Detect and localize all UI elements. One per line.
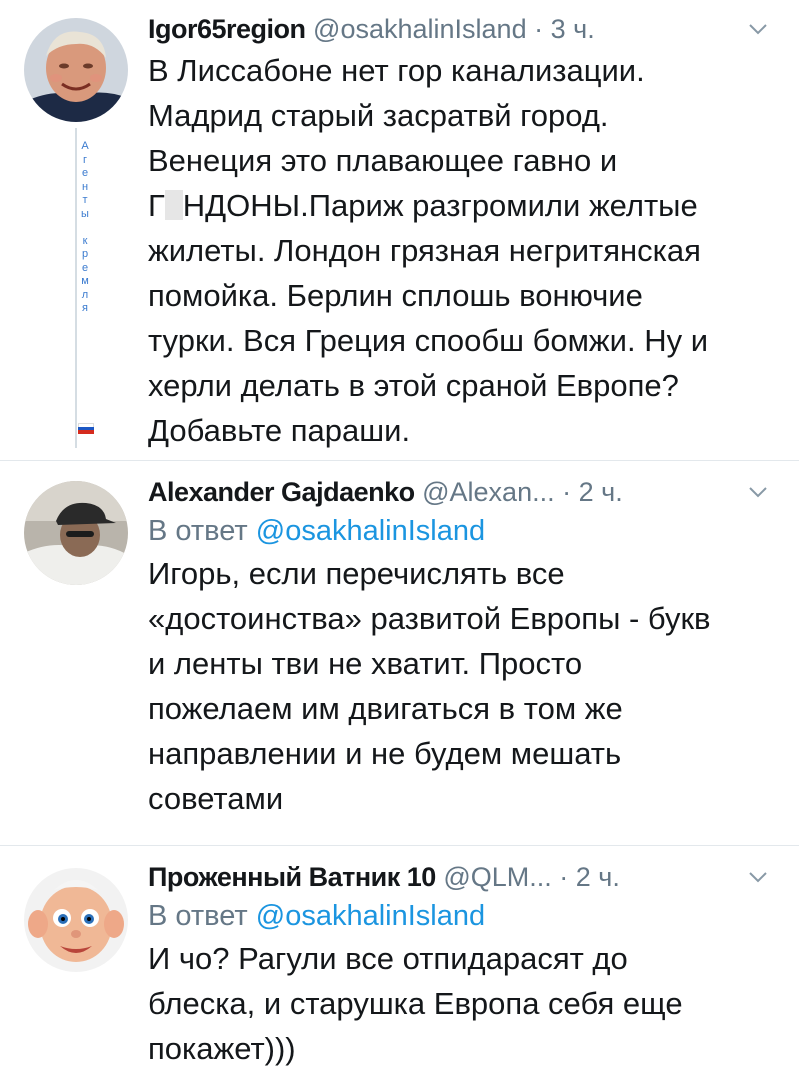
side-gap [72, 221, 98, 235]
author-handle[interactable]: @QLM... [443, 862, 551, 892]
side-letter: е [81, 261, 89, 274]
text-fragment: НДОНЫ.Париж разгромили желтые [182, 188, 698, 223]
tweet-text: И чо? Рагули все отпидарасят до блеска, … [148, 936, 779, 1071]
chevron-down-icon[interactable] [747, 481, 769, 503]
text-line: В Лиссабоне нет гор канализации. [148, 53, 645, 88]
author-name[interactable]: Alexander Gajdaenko [148, 477, 415, 507]
side-letter: р [81, 248, 89, 260]
reply-prefix: В ответ [148, 515, 248, 547]
side-letter: к [82, 234, 88, 247]
text-line: херли делать в этой сраной Европе? [148, 368, 679, 403]
tweet-header: Igor65region @osakhalinIsland · 3 ч. [148, 10, 779, 48]
tweet-content: Alexander Gajdaenko @Alexan... · 2 ч. В … [148, 473, 779, 821]
text-line: и ленты тви не хватит. Просто [148, 646, 583, 681]
reply-context: В ответ @osakhalinIsland [148, 511, 779, 551]
side-letter: я [82, 302, 88, 314]
text-line: Добавьте параши. [148, 413, 411, 448]
side-letter: т [82, 194, 88, 206]
side-letter: А [81, 140, 89, 152]
text-line: «достоинства» развитой Европы - букв [148, 601, 711, 636]
author-handle[interactable]: @Alexan... [422, 477, 554, 507]
reply-mention-link[interactable]: @osakhalinIsland [256, 515, 485, 547]
chevron-down-icon[interactable] [747, 18, 769, 40]
author-handle[interactable]: @osakhalinIsland [313, 14, 527, 44]
text-line: советами [148, 781, 284, 816]
side-letter: е [81, 167, 89, 179]
separator-dot: · [559, 862, 569, 892]
side-letter: н [81, 180, 89, 193]
tweet-header: Проженный Ватник 10 @QLM... · 2 ч. [148, 858, 779, 896]
reply-context: В ответ @osakhalinIsland [148, 896, 779, 936]
side-letter: л [81, 288, 89, 301]
text-line: пожелаем им двигаться в том же [148, 691, 623, 726]
side-letter: ы [81, 207, 89, 220]
text-line: Мадрид старый засратвй город. [148, 98, 609, 133]
tweet-time[interactable]: 3 ч. [551, 14, 595, 44]
text-line: И чо? Рагули все отпидарасят до [148, 941, 628, 976]
side-letter: г [82, 153, 87, 166]
text-line: Венеция это плавающее гавно и [148, 143, 618, 178]
text-line: помойка. Берлин сплошь вонючие [148, 278, 643, 313]
text-line: Г НДОНЫ.Париж разгромили желтые [148, 183, 779, 228]
tweet-1[interactable]: А г е н т ы к р е м л я Igor65region @os… [0, 0, 799, 460]
text-line: блеска, и старушка Европа себя еще [148, 986, 683, 1021]
text-line: турки. Вся Греция спообш бомжи. Ну и [148, 323, 709, 358]
tweet-text: Игорь, если перечислять все «достоинства… [148, 551, 779, 821]
avatar-doll-icon[interactable] [24, 868, 128, 972]
text-line: жилеты. Лондон грязная негритянская [148, 233, 701, 268]
reply-prefix: В ответ [148, 900, 248, 932]
russian-flag-icon [78, 423, 94, 434]
tweet-content: Проженный Ватник 10 @QLM... · 2 ч. В отв… [148, 858, 779, 1071]
tweet-text: В Лиссабоне нет гор канализации. Мадрид … [148, 48, 779, 453]
side-label: А г е н т ы к р е м л я [72, 140, 98, 316]
text-line: Игорь, если перечислять все [148, 556, 565, 591]
reply-mention-link[interactable]: @osakhalinIsland [256, 900, 485, 932]
author-name[interactable]: Igor65region [148, 14, 306, 44]
avatar-man-in-cap-icon[interactable] [24, 481, 128, 585]
separator-dot: · [534, 14, 544, 44]
text-line: направлении и не будем мешать [148, 736, 622, 771]
avatar-older-man-icon[interactable] [24, 18, 128, 122]
censor-block [164, 190, 183, 220]
separator-dot: · [562, 477, 572, 507]
chevron-down-icon[interactable] [747, 866, 769, 888]
text-line: покажет))) [148, 1031, 296, 1066]
side-letter: м [81, 275, 89, 287]
tweet-time[interactable]: 2 ч. [579, 477, 623, 507]
tweet-content: Igor65region @osakhalinIsland · 3 ч. В Л… [148, 10, 779, 453]
tweet-2[interactable]: Alexander Gajdaenko @Alexan... · 2 ч. В … [0, 460, 799, 846]
tweet-time[interactable]: 2 ч. [576, 862, 620, 892]
tweet-header: Alexander Gajdaenko @Alexan... · 2 ч. [148, 473, 779, 511]
tweet-3[interactable]: Проженный Ватник 10 @QLM... · 2 ч. В отв… [0, 845, 799, 1081]
author-name[interactable]: Проженный Ватник 10 [148, 862, 436, 892]
text-fragment: Г [148, 188, 165, 223]
